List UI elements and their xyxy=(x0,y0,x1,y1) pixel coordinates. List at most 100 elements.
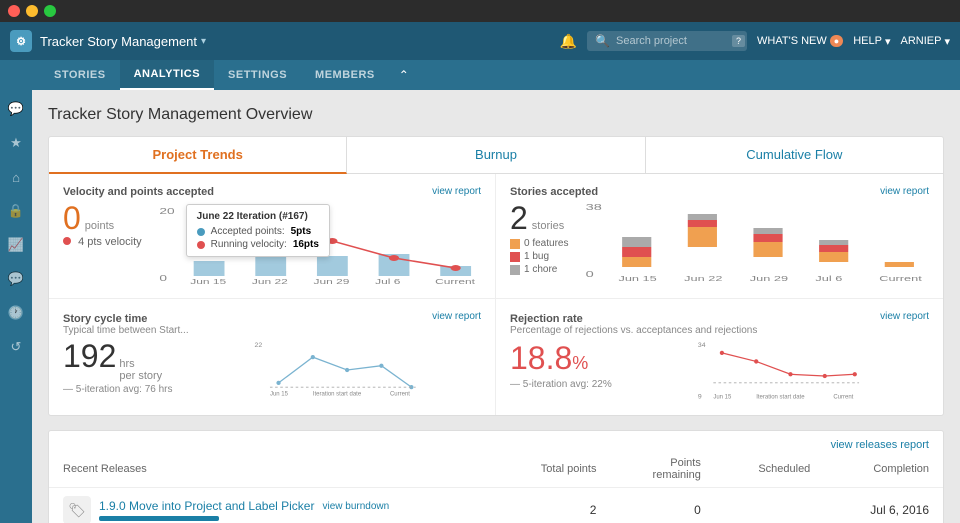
nav-collapse-icon[interactable]: ⌃ xyxy=(399,68,409,82)
header-right: 🔔 🔍 ? WHAT'S NEW ● HELP ▾ ARNIEP ▾ xyxy=(560,31,950,51)
svg-text:Jun 29: Jun 29 xyxy=(750,276,789,282)
sidebar-lock-icon[interactable]: 🔒 xyxy=(5,200,27,222)
cycle-view-report[interactable]: view report xyxy=(432,311,481,322)
releases-card: view releases report Recent Releases Tot… xyxy=(48,430,944,523)
tooltip-row-1: Accepted points: 5pts xyxy=(197,226,319,237)
svg-text:Jul 6: Jul 6 xyxy=(375,278,401,286)
tooltip-title: June 22 Iteration (#167) xyxy=(197,211,319,222)
svg-text:Jun 15: Jun 15 xyxy=(713,394,732,400)
svg-text:22: 22 xyxy=(254,342,262,349)
col-total-points: Total points xyxy=(496,451,610,488)
velocity-title: Velocity and points accepted xyxy=(63,186,214,198)
velocity-label: points xyxy=(85,220,114,232)
view-releases-report[interactable]: view releases report xyxy=(831,439,929,451)
app-title: Tracker Story Management xyxy=(40,34,197,49)
cycle-per-story: per story xyxy=(119,370,162,382)
nav-bar: STORIES ANALYTICS SETTINGS MEMBERS ⌃ xyxy=(0,60,960,90)
layout: 💬 ★ ⌂ 🔒 📈 💬 🕐 ↺ Tracker Story Management… xyxy=(0,90,960,523)
cycle-title: Story cycle time xyxy=(63,313,147,325)
tooltip-row-2: Running velocity: 16pts xyxy=(197,239,319,250)
search-shortcut: ? xyxy=(732,35,745,47)
col-release-name: Recent Releases xyxy=(49,451,496,488)
sidebar-refresh-icon[interactable]: ↺ xyxy=(5,336,27,358)
col-completion: Completion xyxy=(824,451,943,488)
total-points-cell: 2 xyxy=(496,488,610,523)
svg-text:Jun 22: Jun 22 xyxy=(685,276,724,282)
svg-text:0: 0 xyxy=(586,270,595,279)
svg-text:9: 9 xyxy=(698,393,702,400)
cycle-number: 192 xyxy=(63,340,116,372)
stories-header: Stories accepted view report xyxy=(510,186,929,198)
maximize-button[interactable] xyxy=(44,5,56,17)
nav-analytics[interactable]: ANALYTICS xyxy=(120,60,214,90)
sidebar-star-icon[interactable]: ★ xyxy=(5,132,27,154)
nav-settings[interactable]: SETTINGS xyxy=(214,60,301,90)
user-menu-button[interactable]: ARNIEP ▾ xyxy=(901,35,951,48)
sidebar-comments-icon[interactable]: 💬 xyxy=(5,268,27,290)
points-remaining-cell: 0 xyxy=(610,488,714,523)
velocity-tooltip: June 22 Iteration (#167) Accepted points… xyxy=(186,204,330,257)
tooltip-dot-2 xyxy=(197,241,205,249)
tab-project-trends[interactable]: Project Trends xyxy=(49,137,347,174)
svg-text:Jun 29: Jun 29 xyxy=(313,278,349,286)
cycle-header: Story cycle time Typical time between St… xyxy=(63,311,481,336)
releases-report-header: view releases report xyxy=(49,431,943,451)
nav-stories[interactable]: STORIES xyxy=(40,60,120,90)
search-icon: 🔍 xyxy=(595,34,610,48)
tab-cumulative-flow[interactable]: Cumulative Flow xyxy=(646,137,943,173)
sidebar-home-icon[interactable]: ⌂ xyxy=(5,166,27,188)
stories-cell: Stories accepted view report 2 stories xyxy=(496,174,943,299)
view-burndown-link[interactable]: view burndown xyxy=(322,501,389,512)
rejection-header: Rejection rate Percentage of rejections … xyxy=(510,311,929,336)
sidebar-clock-icon[interactable]: 🕐 xyxy=(5,302,27,324)
close-button[interactable] xyxy=(8,5,20,17)
rejection-cell: Rejection rate Percentage of rejections … xyxy=(496,299,943,415)
analytics-grid: Velocity and points accepted view report… xyxy=(49,174,943,415)
rejection-avg: — 5-iteration avg: 22% xyxy=(510,379,612,390)
nav-members[interactable]: MEMBERS xyxy=(301,60,389,90)
tooltip-dot-1 xyxy=(197,228,205,236)
tab-burnup[interactable]: Burnup xyxy=(347,137,645,173)
cycle-subtitle: Typical time between Start... xyxy=(63,325,189,336)
cycle-time-cell: Story cycle time Typical time between St… xyxy=(49,299,496,415)
rejection-view-report[interactable]: view report xyxy=(880,311,929,322)
app-header: ⚙ Tracker Story Management ▾ 🔔 🔍 ? WHAT'… xyxy=(0,22,960,60)
scheduled-cell xyxy=(715,488,824,523)
main-content: Tracker Story Management Overview Projec… xyxy=(32,90,960,523)
whats-new-button[interactable]: WHAT'S NEW ● xyxy=(757,35,843,47)
svg-text:Current: Current xyxy=(833,394,853,400)
velocity-view-report[interactable]: view report xyxy=(432,186,481,197)
releases-table: Recent Releases Total points Pointsremai… xyxy=(49,451,943,523)
rejection-number: 18.8% xyxy=(510,340,588,377)
releases-table-header-row: Recent Releases Total points Pointsremai… xyxy=(49,451,943,488)
sidebar: 💬 ★ ⌂ 🔒 📈 💬 🕐 ↺ xyxy=(0,90,32,523)
svg-text:Current: Current xyxy=(389,392,409,398)
svg-text:20: 20 xyxy=(159,208,174,217)
svg-text:34: 34 xyxy=(698,342,706,349)
release-name[interactable]: 1.9.0 Move into Project and Label Picker xyxy=(99,499,314,513)
svg-text:38: 38 xyxy=(586,203,603,212)
title-bar xyxy=(0,0,960,22)
stories-number: 2 xyxy=(510,202,528,234)
svg-text:Iteration start date: Iteration start date xyxy=(312,392,361,398)
minimize-button[interactable] xyxy=(26,5,38,17)
stories-title: Stories accepted xyxy=(510,186,598,198)
app-title-caret[interactable]: ▾ xyxy=(201,36,206,47)
svg-text:Jun 15: Jun 15 xyxy=(269,392,288,398)
svg-text:Iteration start date: Iteration start date xyxy=(756,394,805,400)
help-button[interactable]: HELP ▾ xyxy=(853,35,890,48)
cycle-unit: hrs xyxy=(119,358,162,370)
sidebar-chat-icon[interactable]: 💬 xyxy=(5,98,27,120)
release-progress-bar xyxy=(99,516,219,521)
analytics-card: Project Trends Burnup Cumulative Flow Ve… xyxy=(48,136,944,416)
stories-view-report[interactable]: view report xyxy=(880,186,929,197)
release-icon: 🏷 xyxy=(63,496,91,523)
svg-text:Jun 15: Jun 15 xyxy=(619,276,658,282)
svg-text:Current: Current xyxy=(880,276,923,282)
svg-text:Jun 22: Jun 22 xyxy=(252,278,288,286)
stories-label: stories xyxy=(532,220,564,232)
notification-bell-icon[interactable]: 🔔 xyxy=(560,33,577,50)
search-input[interactable] xyxy=(616,35,726,47)
sidebar-analytics-icon[interactable]: 📈 xyxy=(5,234,27,256)
velocity-sub: 4 pts velocity xyxy=(63,236,142,248)
